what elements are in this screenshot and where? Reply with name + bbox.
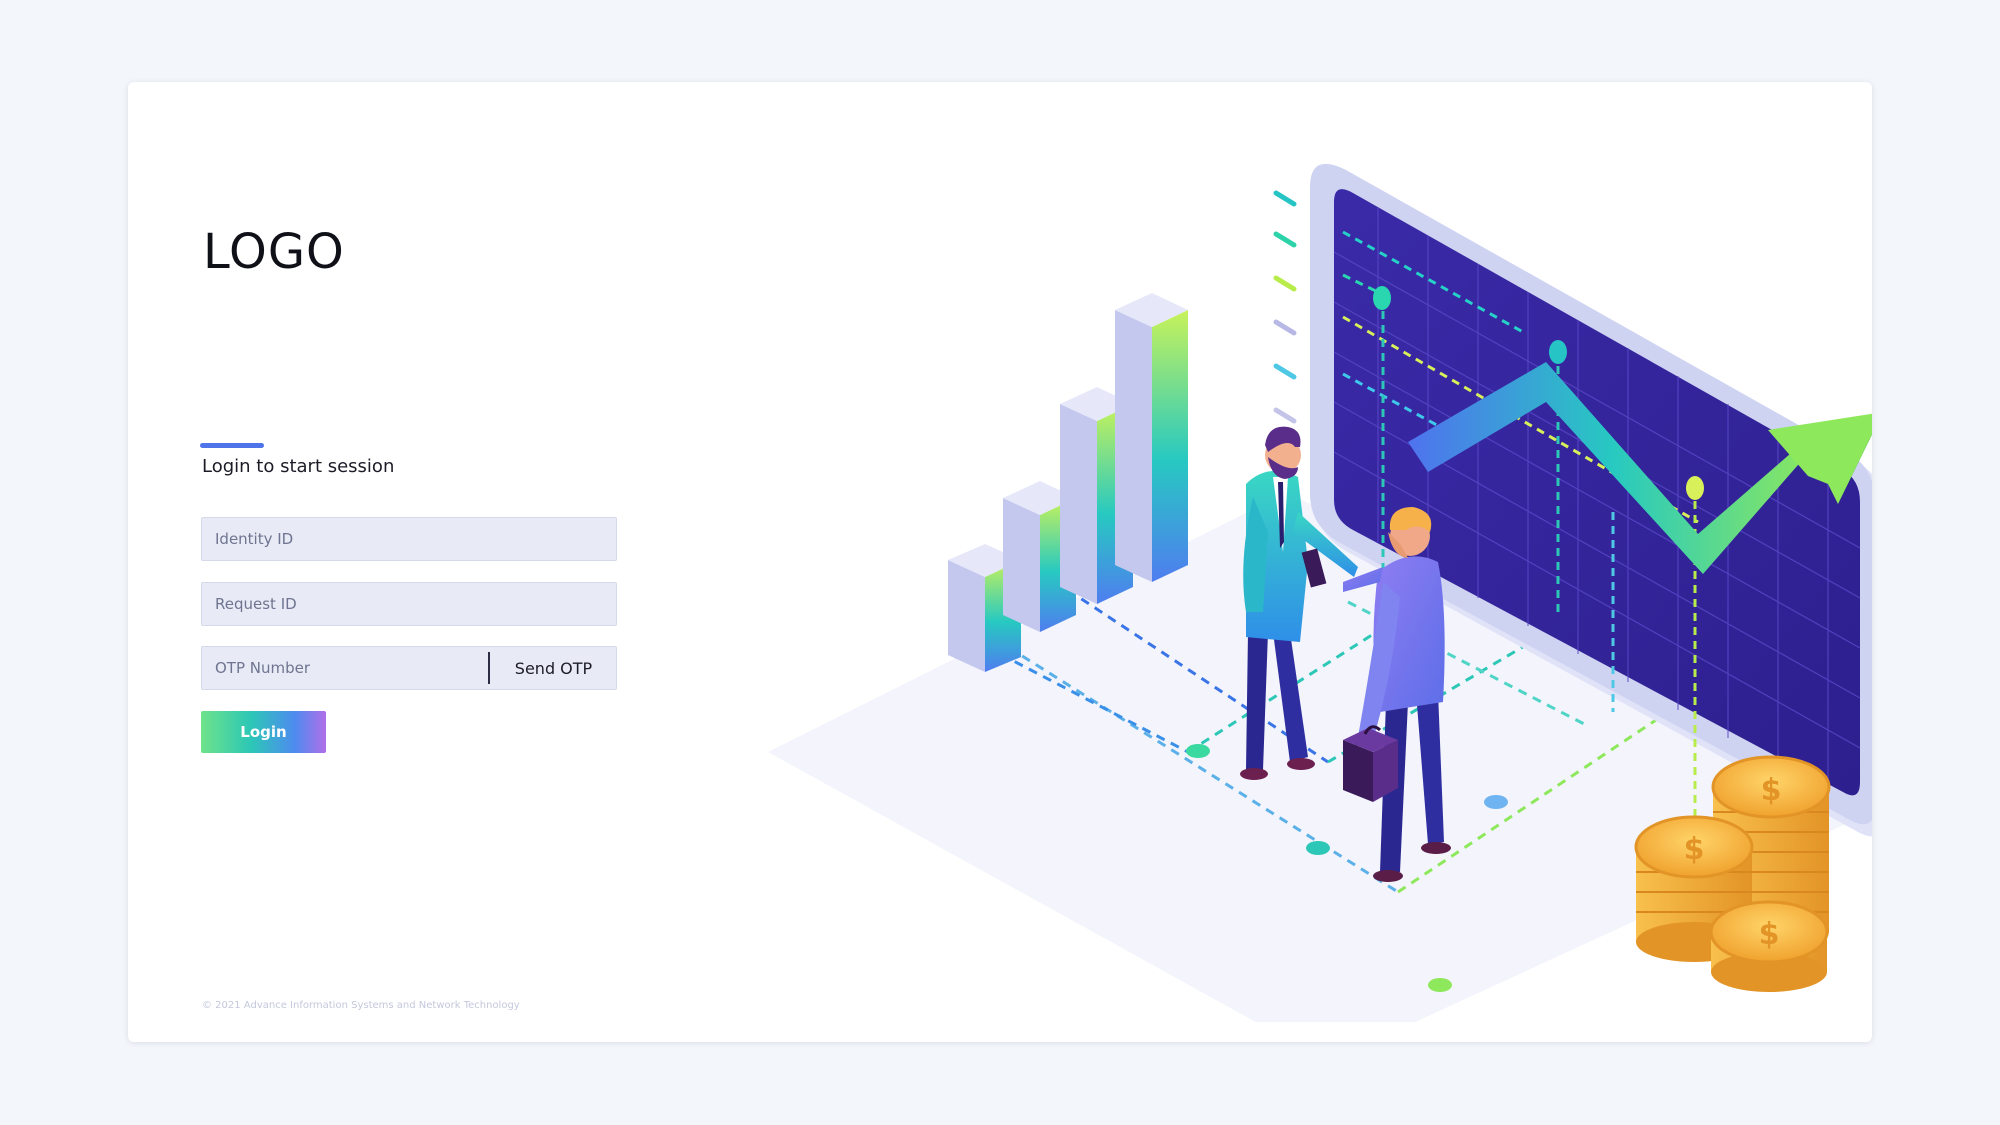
logo: LOGO — [203, 224, 345, 280]
copyright-text: © 2021 Advance Information Systems and N… — [202, 1000, 520, 1011]
title-accent-bar — [200, 443, 264, 448]
coin-symbol: $ — [1684, 832, 1705, 867]
send-otp-button[interactable]: Send OTP — [491, 647, 616, 689]
identity-id-input[interactable] — [202, 518, 616, 560]
otp-number-input[interactable] — [202, 647, 487, 689]
login-button[interactable]: Login — [201, 711, 326, 753]
coin-symbol: $ — [1759, 917, 1780, 952]
login-card: LOGO Login to start session Send OTP Log… — [128, 82, 1872, 1042]
request-id-field-wrap — [201, 582, 617, 626]
business-growth-illustration: $ $ $ — [768, 163, 1872, 1022]
side-ticks — [1273, 190, 1297, 424]
otp-field-wrap: Send OTP — [201, 646, 617, 690]
otp-divider — [488, 652, 490, 684]
form-title: Login to start session — [202, 456, 395, 477]
briefcase — [1343, 725, 1398, 802]
request-id-input[interactable] — [202, 583, 616, 625]
identity-id-field-wrap — [201, 517, 617, 561]
coin-symbol: $ — [1761, 773, 1782, 808]
